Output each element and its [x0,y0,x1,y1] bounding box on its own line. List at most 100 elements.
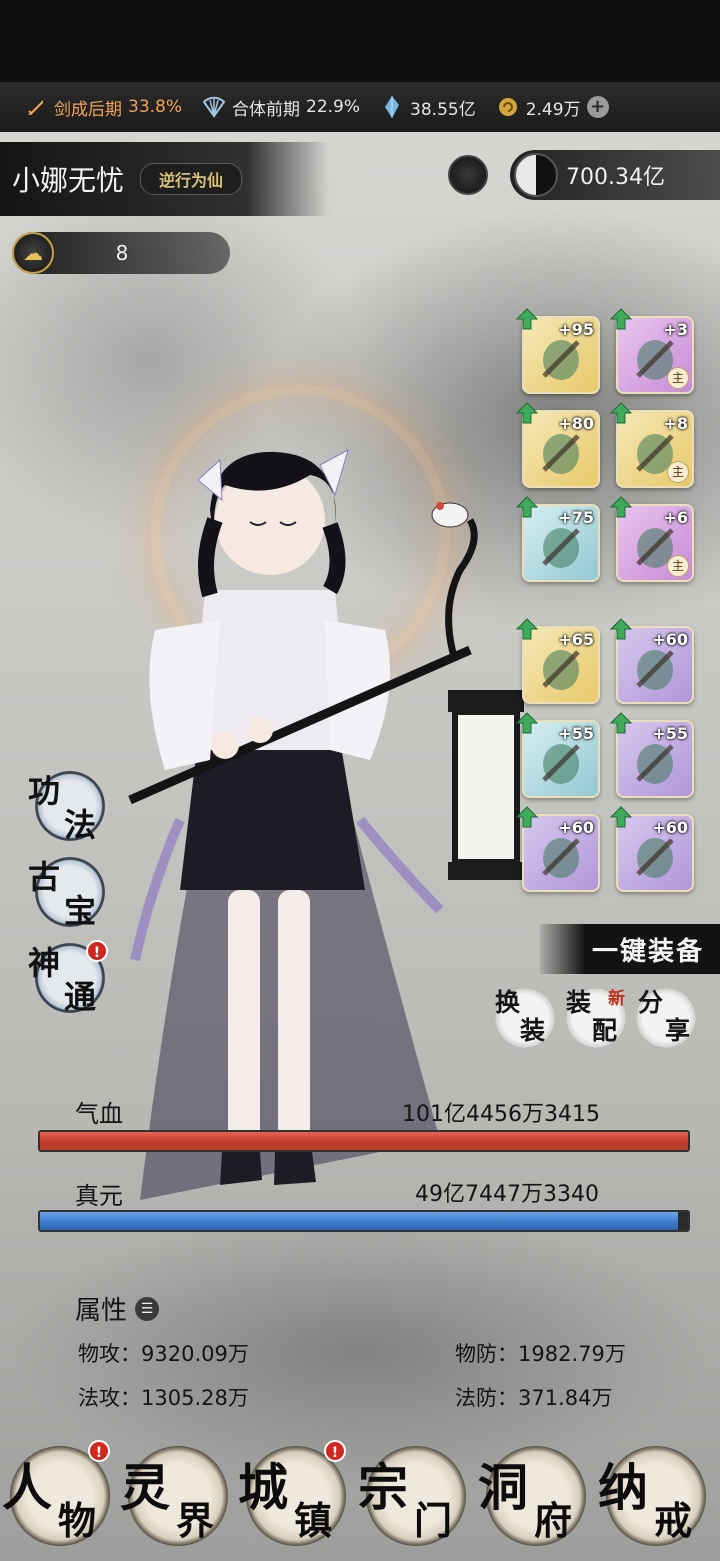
gear-config-char1: 装 [566,988,592,1017]
main-tag: 主 [667,461,689,483]
list-icon[interactable]: ☰ [135,1296,160,1321]
nav-char2: 镇 [294,1498,333,1543]
equipment-level: +60 [652,818,688,837]
nav-char1: 纳 [598,1458,648,1517]
mp-bar-fill [40,1212,679,1230]
coin-resource[interactable]: 2.49万 + [496,95,609,120]
nav-char1: 宗 [358,1458,408,1517]
shentong-char1: 神 [28,944,61,982]
nav-char1: 城 [238,1458,288,1517]
realm2-label: 合体前期 [232,99,301,120]
player-title-badge[interactable]: 逆行为仙 [140,163,243,195]
fan-icon [202,95,226,119]
nav-char1: 人 [2,1458,52,1517]
upgrade-arrow-icon [516,402,538,424]
equipment-item-icon [636,838,674,878]
nav-char1: 洞 [478,1458,528,1517]
bottom-navigation: 人物! 灵界城镇! 宗门洞府纳戒 [0,1432,720,1561]
equipment-slot[interactable]: +3 主 [610,308,694,394]
spirit-currency[interactable]: 700.34亿 [510,150,720,200]
gongfa-button[interactable]: 功 法 [28,764,108,850]
attributes-header[interactable]: 属性 ☰ [75,1290,160,1327]
mp-value: 49亿7447万3340 [415,1182,599,1207]
equipment-level: +55 [652,724,688,743]
gubao-char2: 宝 [64,892,97,930]
equipment-level: +75 [558,508,594,527]
upgrade-arrow-icon [610,806,632,828]
hp-label: 气血 [75,1100,123,1128]
crystal-icon [380,95,404,119]
mp-bar [38,1210,690,1232]
nav-char2: 物 [58,1498,97,1543]
upgrade-arrow-icon [610,402,632,424]
mag-def: 法防：371.84万 [455,1386,613,1410]
equipment-item-icon [636,650,674,690]
realm1-resource[interactable]: 剑成后期 33.8% [24,95,182,120]
upgrade-arrow-icon [516,496,538,518]
realm1-label: 剑成后期 [54,99,122,120]
nav-char2: 戒 [654,1498,693,1543]
nav-item[interactable]: 洞府 [476,1440,594,1558]
nav-item[interactable]: 宗门 [356,1440,474,1558]
attributes-title: 属性 [75,1296,128,1326]
crystal-resource[interactable]: 38.55亿 [380,95,476,120]
nav-char2: 门 [414,1498,453,1543]
shentong-button[interactable]: 神 通 ! [28,936,108,1022]
equipment-level: +60 [558,818,594,837]
swap-outfit-char2: 装 [520,1016,546,1045]
equipment-level: +80 [558,414,594,433]
hp-value: 101亿4456万3415 [402,1102,600,1127]
equipment-slot[interactable]: +80 [516,402,600,488]
gubao-button[interactable]: 古 宝 [28,850,108,936]
upgrade-arrow-icon [516,712,538,734]
hp-bar [38,1130,690,1152]
realm1-pct: 33.8% [128,97,183,117]
cloud-level-icon: ☁ [12,232,54,274]
player-nameplate: 小娜无忧 逆行为仙 [0,142,330,216]
new-badge: 新 [608,989,625,1009]
gear-config-char2: 配 [592,1016,618,1045]
equipment-item-icon [542,744,580,784]
equipment-slot[interactable]: +60 [516,806,600,892]
equipment-slot[interactable]: +8 主 [610,402,694,488]
equipment-item-icon [542,838,580,878]
equipment-item-icon [542,528,580,568]
upgrade-arrow-icon [516,806,538,828]
equipment-slot[interactable]: +95 [516,308,600,394]
phys-atk: 物攻：9320.09万 [78,1342,249,1366]
equipment-slot[interactable]: +55 [610,712,694,798]
equipment-level: +55 [558,724,594,743]
gubao-char1: 古 [28,858,61,896]
share-char1: 分 [638,988,664,1017]
main-tag: 主 [667,555,689,577]
nav-item[interactable]: 城镇! [236,1440,354,1558]
equipment-slot[interactable]: +60 [610,806,694,892]
equipment-slot[interactable]: +75 [516,496,600,582]
equipment-item-icon [636,744,674,784]
coin-icon [496,95,520,119]
spirit-currency-amount: 700.34亿 [566,165,665,190]
upgrade-arrow-icon [610,496,632,518]
sect-emblem-icon[interactable] [448,155,488,195]
nav-item[interactable]: 灵界 [118,1440,236,1558]
top-wave-pattern [0,0,720,82]
gongfa-char1: 功 [28,772,61,810]
one-key-equip-button[interactable]: 一键装备 [540,924,720,974]
nav-char2: 府 [534,1498,573,1543]
equipment-slot[interactable]: +65 [516,618,600,704]
equipment-slot[interactable]: +6 主 [610,496,694,582]
equipment-item-icon [542,434,580,474]
realm2-resource[interactable]: 合体前期 22.9% [202,95,360,120]
add-coin-button[interactable]: + [586,96,609,118]
upgrade-arrow-icon [610,308,632,330]
equipment-slot[interactable]: +55 [516,712,600,798]
equipment-slot[interactable]: +60 [610,618,694,704]
phys-def: 物防：1982.79万 [455,1342,626,1366]
equipment-level: +6 [663,508,688,527]
level-bar[interactable]: ☁ 8 [12,232,230,274]
upgrade-arrow-icon [516,308,538,330]
level-number: 8 [115,241,129,265]
nav-item[interactable]: 纳戒 [596,1440,714,1558]
nav-item[interactable]: 人物! [0,1440,118,1558]
share-char2: 享 [665,1016,691,1045]
